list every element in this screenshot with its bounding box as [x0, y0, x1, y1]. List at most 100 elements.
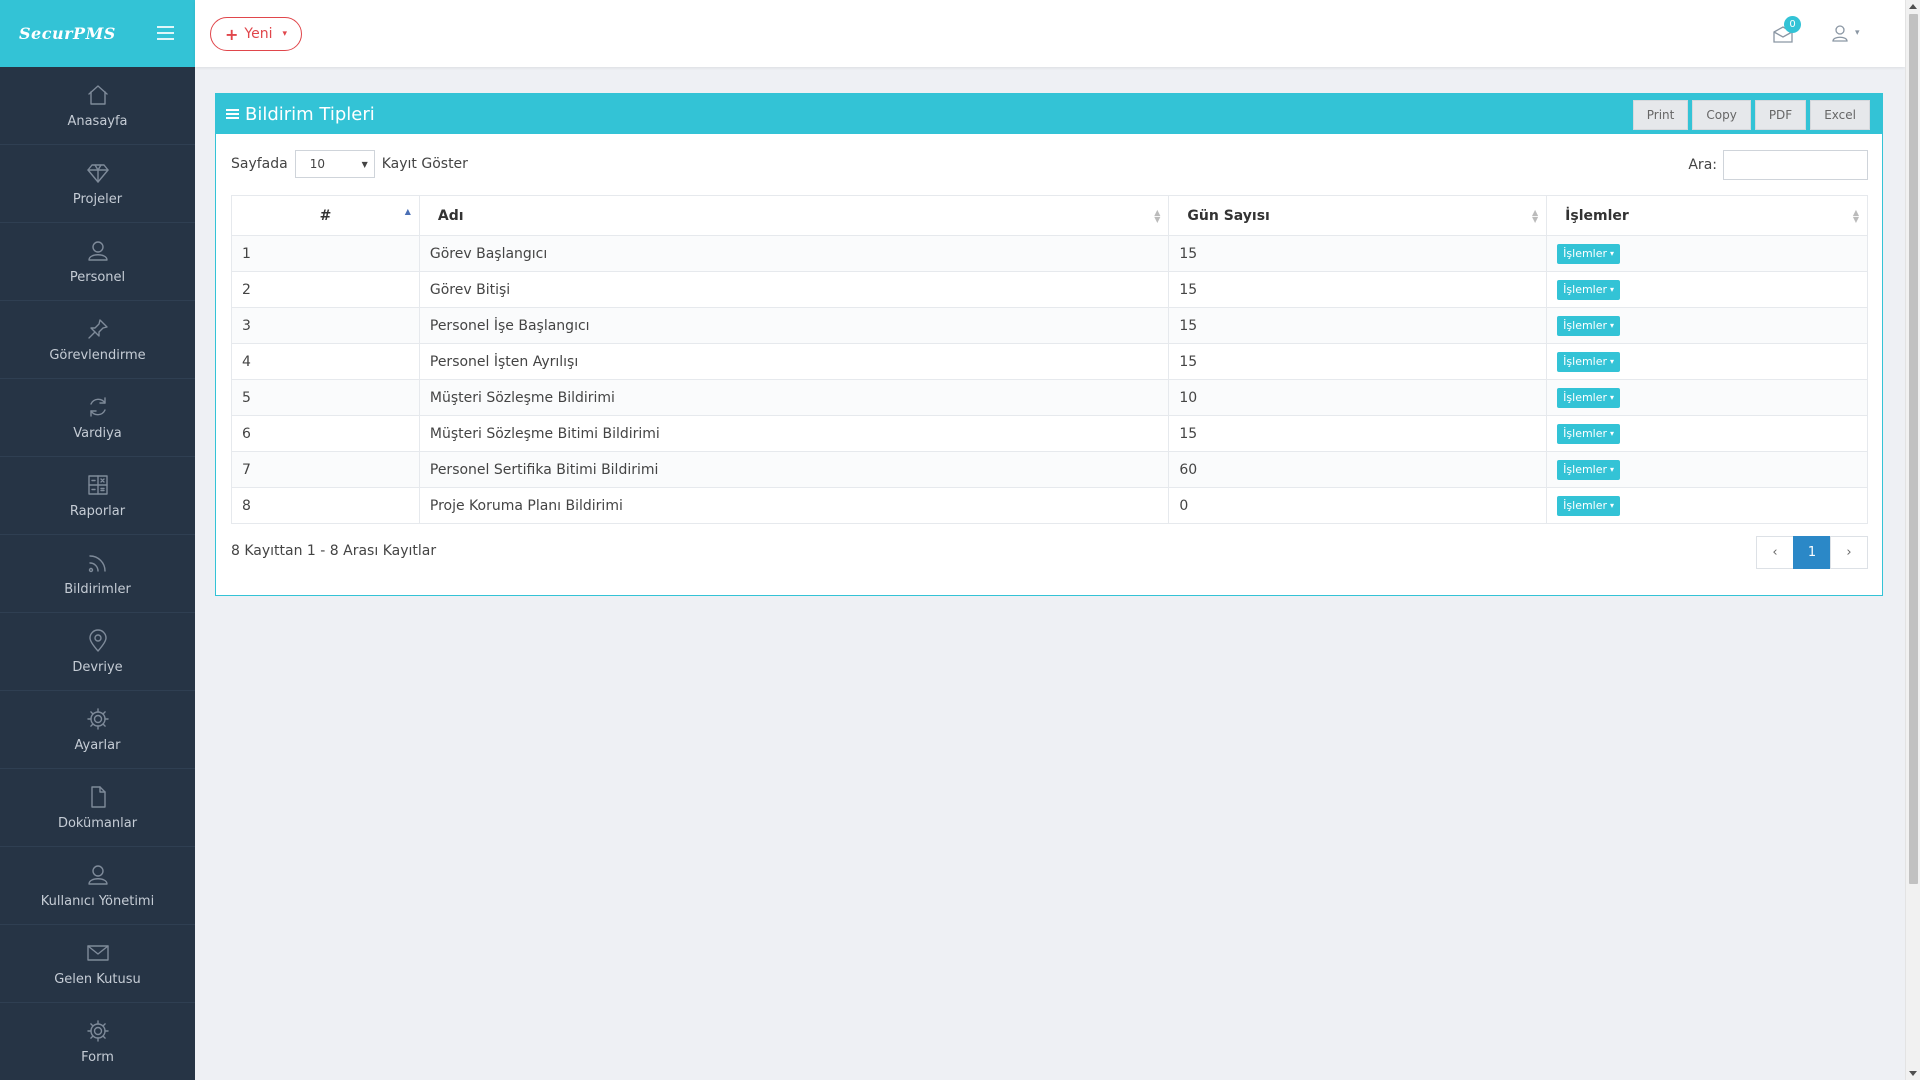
- chevron-down-icon: ▾: [1610, 357, 1615, 366]
- notifications-button[interactable]: 0: [1772, 16, 1801, 46]
- pin-icon: [85, 316, 111, 342]
- cell-name: Proje Koruma Planı Bildirimi: [418, 487, 1170, 524]
- cell-id: 6: [231, 415, 420, 452]
- row-actions-label: İşlemler: [1563, 463, 1608, 476]
- sidebar-item-label: Devriye: [72, 660, 123, 675]
- topbar: + Yeni ▾ 0 ▾: [195, 0, 1905, 67]
- chevron-down-icon: ▾: [1855, 28, 1860, 38]
- page-length-select[interactable]: 10 ▼: [294, 150, 375, 178]
- row-actions-label: İşlemler: [1563, 499, 1608, 512]
- notification-types-panel: Bildirim Tipleri Print Copy PDF Excel Sayfa…: [215, 93, 1883, 596]
- panel-title: Bildirim Tipleri: [226, 104, 375, 125]
- print-button[interactable]: Print: [1632, 100, 1689, 130]
- column-header-days[interactable]: Gün Sayısı ▲ ▼: [1168, 195, 1548, 236]
- search-input[interactable]: [1723, 150, 1868, 180]
- sidebar-item-label: Personel: [69, 270, 126, 285]
- row-actions-label: İşlemler: [1563, 283, 1608, 296]
- cell-id: 5: [231, 379, 420, 416]
- diamond-icon: [85, 160, 111, 186]
- cell-name: Müşteri Sözleşme Bitimi Bildirimi: [418, 415, 1170, 452]
- sidebar-item-raporlar[interactable]: Raporlar: [0, 457, 195, 535]
- new-button-label: Yeni: [244, 26, 273, 42]
- cell-name: Müşteri Sözleşme Bildirimi: [418, 379, 1170, 416]
- user-icon: [1832, 25, 1848, 42]
- cell-days: 15: [1168, 235, 1548, 272]
- sidebar-item-projeler[interactable]: Projeler: [0, 145, 195, 223]
- sidebar-item-dokümanlar[interactable]: Dokümanlar: [0, 769, 195, 847]
- menu-toggle-icon[interactable]: [157, 26, 174, 40]
- sidebar-item-label: Bildirimler: [64, 582, 131, 597]
- next-page-button[interactable]: ›: [1830, 536, 1868, 569]
- copy-button[interactable]: Copy: [1692, 100, 1751, 130]
- row-actions-button[interactable]: İşlemler ▾: [1557, 279, 1621, 300]
- row-actions-button[interactable]: İşlemler ▾: [1557, 243, 1621, 264]
- cell-name: Personel İşe Başlangıcı: [418, 307, 1170, 344]
- document-icon: [85, 784, 111, 810]
- table-row: 3 Personel İşe Başlangıcı 15 İşlemler ▾: [231, 307, 1868, 344]
- row-actions-label: İşlemler: [1563, 355, 1608, 368]
- row-actions-button[interactable]: İşlemler ▾: [1557, 315, 1621, 336]
- sidebar-item-anasayfa[interactable]: Anasayfa: [0, 67, 195, 145]
- row-actions-label: İşlemler: [1563, 391, 1608, 404]
- chevron-down-icon: ▾: [1610, 285, 1615, 294]
- chevron-down-icon: ▾: [282, 29, 287, 39]
- cell-days: 15: [1168, 415, 1548, 452]
- cell-name: Görev Bitişi: [418, 271, 1170, 308]
- row-actions-button[interactable]: İşlemler ▾: [1557, 387, 1621, 408]
- notification-badge: 0: [1784, 16, 1801, 33]
- sidebar-item-görevlendirme[interactable]: Görevlendirme: [0, 301, 195, 379]
- sidebar-item-kullanıcı-yönetimi[interactable]: Kullanıcı Yönetimi: [0, 847, 195, 925]
- table-row: 2 Görev Bitişi 15 İşlemler ▾: [231, 271, 1868, 308]
- sidebar-item-vardiya[interactable]: Vardiya: [0, 379, 195, 457]
- row-actions-button[interactable]: İşlemler ▾: [1557, 459, 1621, 480]
- table-header-row: # ▲ Adı ▲ ▼ Gün Sayısı ▲ ▼ İşlemler ▲ ▼: [231, 195, 1868, 236]
- sidebar-item-personel[interactable]: Personel: [0, 223, 195, 301]
- row-actions-button[interactable]: İşlemler ▾: [1557, 351, 1621, 372]
- page-scrollbar[interactable]: [1905, 0, 1920, 1080]
- length-suffix: Kayıt Göster: [381, 156, 468, 172]
- user-menu[interactable]: ▾: [1831, 24, 1860, 42]
- page-length-control: Sayfada 10 ▼ Kayıt Göster: [231, 150, 468, 178]
- table-row: 5 Müşteri Sözleşme Bildirimi 10 İşlemler ▾: [231, 379, 1868, 416]
- row-actions-label: İşlemler: [1563, 427, 1608, 440]
- row-actions-button[interactable]: İşlemler ▾: [1557, 423, 1621, 444]
- sidebar-item-label: Ayarlar: [74, 738, 121, 753]
- cell-actions: İşlemler ▾: [1546, 235, 1868, 272]
- column-header-actions[interactable]: İşlemler ▲ ▼: [1546, 195, 1868, 236]
- cell-actions: İşlemler ▾: [1546, 307, 1868, 344]
- sidebar-item-devriye[interactable]: Devriye: [0, 613, 195, 691]
- cell-id: 4: [231, 343, 420, 380]
- scroll-thumb[interactable]: [1909, 14, 1918, 884]
- sidebar-item-label: Anasayfa: [67, 114, 128, 129]
- cell-days: 15: [1168, 271, 1548, 308]
- cell-id: 8: [231, 487, 420, 524]
- chevron-down-icon: ▾: [1610, 393, 1615, 402]
- chevron-down-icon: ▾: [1610, 429, 1615, 438]
- row-actions-label: İşlemler: [1563, 247, 1608, 260]
- sidebar-item-ayarlar[interactable]: Ayarlar: [0, 691, 195, 769]
- row-actions-button[interactable]: İşlemler ▾: [1557, 495, 1621, 516]
- length-prefix: Sayfada: [231, 156, 288, 172]
- column-header-id[interactable]: # ▲: [231, 195, 420, 236]
- chevron-down-icon: ▾: [1610, 249, 1615, 258]
- prev-page-button[interactable]: ‹: [1756, 536, 1794, 569]
- page-length-value: 10: [309, 157, 326, 171]
- page-button-1[interactable]: 1: [1793, 536, 1831, 569]
- pdf-button[interactable]: PDF: [1754, 100, 1807, 130]
- brand-bar: SecurPMS: [0, 0, 195, 67]
- scroll-up-icon[interactable]: [1909, 4, 1917, 9]
- scroll-down-icon[interactable]: [1909, 1071, 1917, 1076]
- sidebar: Anasayfa Projeler Personel Görevlendirme Var…: [0, 67, 195, 1080]
- table-row: 6 Müşteri Sözleşme Bitimi Bildirimi 15 İşle…: [231, 415, 1868, 452]
- cell-days: 15: [1168, 343, 1548, 380]
- sidebar-item-bildirimler[interactable]: Bildirimler: [0, 535, 195, 613]
- cell-id: 1: [231, 235, 420, 272]
- envelope-icon: [85, 940, 111, 966]
- sidebar-item-form[interactable]: Form: [0, 1003, 195, 1080]
- sidebar-item-gelen-kutusu[interactable]: Gelen Kutusu: [0, 925, 195, 1003]
- brand-logo[interactable]: SecurPMS: [19, 24, 116, 43]
- sidebar-item-label: Vardiya: [73, 426, 122, 441]
- new-button[interactable]: + Yeni ▾: [210, 17, 302, 51]
- excel-button[interactable]: Excel: [1810, 100, 1870, 130]
- column-header-name[interactable]: Adı ▲ ▼: [418, 195, 1170, 236]
